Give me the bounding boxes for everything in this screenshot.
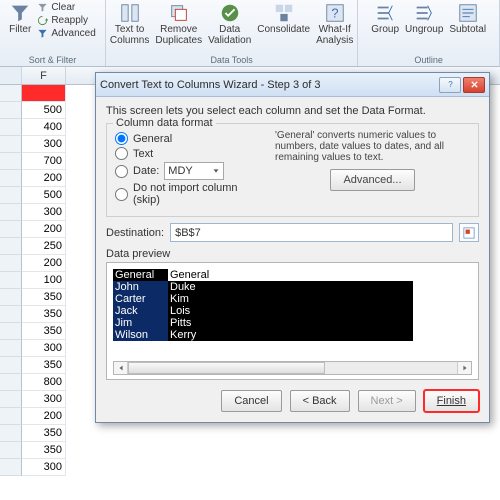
clear-button[interactable]: Clear bbox=[37, 2, 95, 13]
destination-label: Destination: bbox=[106, 227, 164, 239]
radio-skip[interactable]: Do not import column (skip) bbox=[115, 182, 265, 206]
group-label-datatools: Data Tools bbox=[210, 55, 252, 66]
group-label-sortfilter: Sort & Filter bbox=[29, 55, 77, 66]
whatif-button[interactable]: ?What-If Analysis bbox=[316, 2, 353, 46]
col-header-F: F bbox=[22, 67, 66, 84]
radio-date[interactable]: Date: MDY bbox=[115, 162, 265, 180]
range-picker-button[interactable] bbox=[459, 223, 479, 242]
reapply-button[interactable]: Reapply bbox=[37, 15, 95, 26]
finish-button[interactable]: Finish bbox=[424, 390, 479, 412]
consolidate-button[interactable]: Consolidate bbox=[257, 2, 310, 36]
next-button: Next > bbox=[358, 390, 416, 412]
data-preview: GeneralGeneralJohnDukeCarterKimJackLoisJ… bbox=[106, 262, 479, 380]
svg-text:?: ? bbox=[448, 80, 453, 89]
dialog-intro: This screen lets you select each column … bbox=[106, 105, 479, 117]
table-row[interactable]: 300 bbox=[0, 459, 500, 476]
destination-input[interactable]: $B$7 bbox=[170, 223, 453, 242]
table-row[interactable]: 350 bbox=[0, 442, 500, 459]
advanced-button[interactable]: Advanced bbox=[37, 28, 95, 39]
format-hint: 'General' converts numeric values to num… bbox=[275, 130, 470, 163]
ribbon: Filter Clear Reapply Advanced Sort & Fil… bbox=[0, 0, 500, 67]
date-format-combo[interactable]: MDY bbox=[164, 162, 224, 180]
filter-label: Filter bbox=[9, 25, 31, 36]
ungroup-button[interactable]: Ungroup bbox=[405, 2, 443, 36]
text-to-columns-dialog: Convert Text to Columns Wizard - Step 3 … bbox=[95, 72, 490, 423]
fieldset-legend: Column data format bbox=[113, 117, 216, 129]
radio-general[interactable]: General bbox=[115, 132, 265, 145]
remove-duplicates-button[interactable]: Remove Duplicates bbox=[155, 2, 202, 46]
radio-text[interactable]: Text bbox=[115, 147, 265, 160]
subtotal-button[interactable]: Subtotal bbox=[449, 2, 486, 36]
scroll-thumb[interactable] bbox=[128, 362, 325, 374]
data-validation-button[interactable]: Data Validation bbox=[208, 2, 251, 46]
text-to-columns-button[interactable]: Text to Columns bbox=[110, 2, 149, 46]
close-button[interactable] bbox=[463, 77, 485, 93]
dialog-titlebar[interactable]: Convert Text to Columns Wizard - Step 3 … bbox=[96, 73, 489, 97]
group-button[interactable]: Group bbox=[371, 2, 399, 36]
table-row[interactable]: 350 bbox=[0, 425, 500, 442]
cancel-button[interactable]: Cancel bbox=[221, 390, 281, 412]
svg-text:?: ? bbox=[331, 6, 338, 21]
preview-scrollbar[interactable] bbox=[113, 361, 472, 375]
dialog-title: Convert Text to Columns Wizard - Step 3 … bbox=[100, 79, 437, 91]
group-label-outline: Outline bbox=[414, 55, 443, 66]
back-button[interactable]: < Back bbox=[290, 390, 350, 412]
advanced-button[interactable]: Advanced... bbox=[330, 169, 414, 191]
preview-label: Data preview bbox=[106, 248, 479, 260]
help-button[interactable]: ? bbox=[439, 77, 461, 93]
filter-button[interactable]: Filter bbox=[9, 2, 31, 36]
filter-extra: Clear Reapply Advanced bbox=[37, 2, 95, 39]
column-format-group: Column data format General Text Date: MD… bbox=[106, 123, 479, 217]
